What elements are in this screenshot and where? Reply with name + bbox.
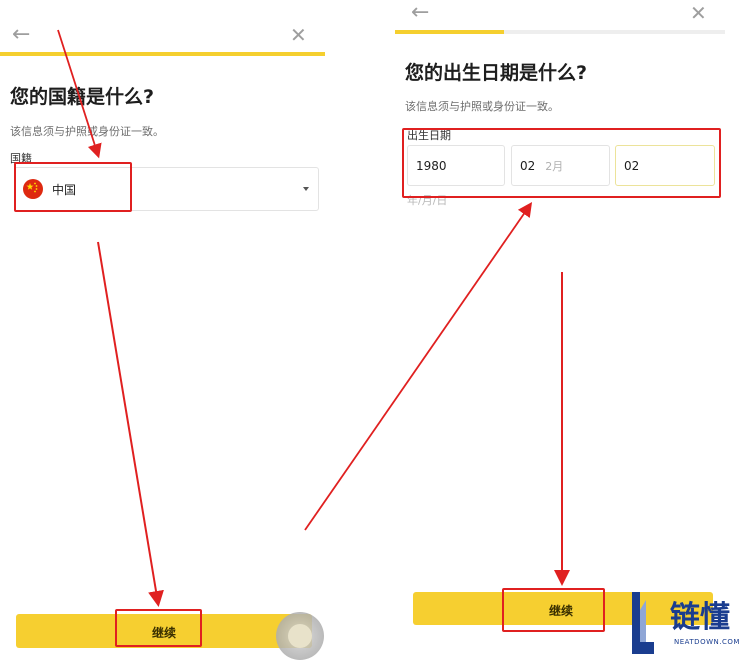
screenshot-stage: ← ✕ 您的国籍是什么? 该信息须与护照或身份证一致。 国籍 中国 继续 ← ✕… [0,0,744,660]
logo-mark-icon [632,592,654,654]
arrow-to-nationality [57,29,102,159]
logo-text-cn: 链懂 [670,600,730,635]
logo-text-en: NEATDOWN.COM [674,638,740,646]
neatdown-logo: 链懂 NEATDOWN.COM [630,592,744,660]
annotation-arrows [57,29,570,607]
arrow-to-birthdate [304,202,533,531]
arrow-to-continue-left [97,241,164,607]
